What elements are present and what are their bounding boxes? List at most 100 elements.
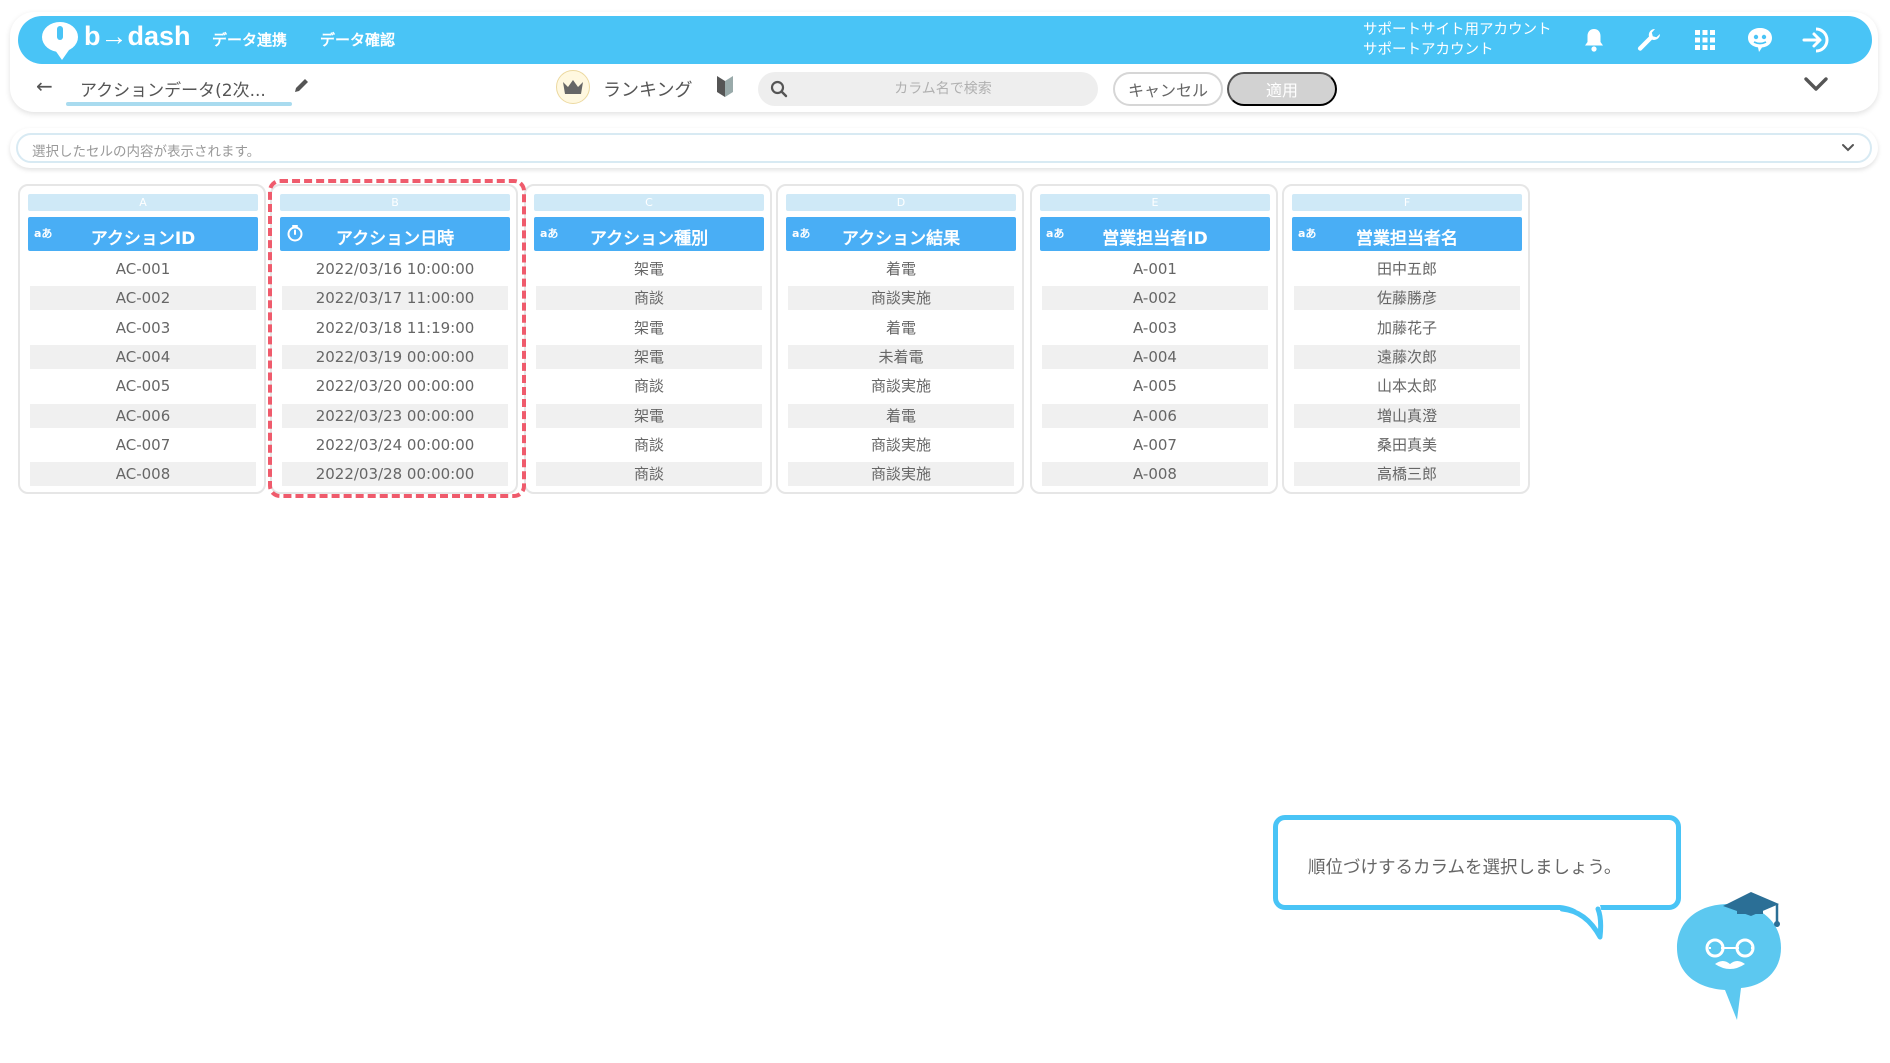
expand-chevron-icon[interactable] <box>1840 140 1856 159</box>
table-cell[interactable]: 着電 <box>788 316 1014 340</box>
table-cell[interactable]: 山本太郎 <box>1294 374 1520 398</box>
table-cell[interactable]: 商談実施 <box>788 374 1014 398</box>
column-header[interactable]: aあ アクション種別 <box>534 217 764 251</box>
column-letter: C <box>534 194 764 211</box>
table-cell[interactable]: 架電 <box>536 316 762 340</box>
table-cell[interactable]: A-003 <box>1042 316 1268 340</box>
table-cell[interactable]: 佐藤勝彦 <box>1294 286 1520 311</box>
table-cell[interactable]: A-001 <box>1042 257 1268 281</box>
table-cell[interactable]: AC-003 <box>30 316 256 340</box>
table-cell[interactable]: 加藤花子 <box>1294 316 1520 340</box>
pencil-icon[interactable] <box>293 76 311 98</box>
brand-logo[interactable]: b→dash <box>42 21 191 60</box>
column-card[interactable]: Caあ アクション種別 架電 商談 架電 架電 商談 架電 商談 商談 <box>524 184 772 494</box>
back-arrow-icon[interactable]: ← <box>36 74 53 98</box>
table-cell[interactable]: 2022/03/17 11:00:00 <box>282 286 508 311</box>
table-cell[interactable]: A-008 <box>1042 462 1268 487</box>
table-cell[interactable]: A-002 <box>1042 286 1268 311</box>
table-cell[interactable]: 2022/03/19 00:00:00 <box>282 344 508 369</box>
brand-name: b→dash <box>84 21 191 51</box>
table-cell[interactable]: AC-008 <box>30 462 256 487</box>
table-cell[interactable]: 2022/03/18 11:19:00 <box>282 316 508 340</box>
table-cell[interactable]: 未着電 <box>788 344 1014 369</box>
top-bar: b→dash データ連携 データ確認 サポートサイト用アカウント サポートアカウ… <box>10 12 1878 112</box>
app-root: b→dash データ連携 データ確認 サポートサイト用アカウント サポートアカウ… <box>0 0 1890 1063</box>
table-cell[interactable]: A-007 <box>1042 433 1268 457</box>
column-letter: A <box>28 194 258 211</box>
table-cell[interactable]: 2022/03/24 00:00:00 <box>282 433 508 457</box>
table-cell[interactable]: AC-001 <box>30 257 256 281</box>
table-cell[interactable]: 2022/03/23 00:00:00 <box>282 403 508 428</box>
table-cell[interactable]: AC-006 <box>30 403 256 428</box>
crown-icon <box>556 70 590 104</box>
navbar: b→dash データ連携 データ確認 サポートサイト用アカウント サポートアカウ… <box>18 16 1872 64</box>
apply-button[interactable]: 適用 <box>1227 72 1337 106</box>
table-cell[interactable]: AC-007 <box>30 433 256 457</box>
document-title[interactable]: アクションデータ(2次... <box>80 76 266 101</box>
table-cell[interactable]: 田中五郎 <box>1294 257 1520 281</box>
table-cell[interactable]: 商談 <box>536 286 762 311</box>
mascot-icon <box>1677 892 1781 1020</box>
column-name: アクション日時 <box>335 229 455 249</box>
logout-icon[interactable] <box>1800 24 1832 56</box>
table-cell[interactable]: A-006 <box>1042 403 1268 428</box>
table-cell[interactable]: 着電 <box>788 403 1014 428</box>
table-cell[interactable]: AC-005 <box>30 374 256 398</box>
table-cell[interactable]: 商談 <box>536 433 762 457</box>
table-cell[interactable]: 高橋三郎 <box>1294 462 1520 487</box>
wrench-icon[interactable] <box>1633 24 1665 56</box>
search-input[interactable] <box>798 72 1088 106</box>
table-cell[interactable]: AC-002 <box>30 286 256 311</box>
cell-content-placeholder: 選択したセルの内容が表示されます。 <box>32 144 261 160</box>
table-cell[interactable]: 増山真澄 <box>1294 403 1520 428</box>
bell-icon[interactable] <box>1578 24 1610 56</box>
column-name: アクション結果 <box>841 229 961 249</box>
column-letter: E <box>1040 194 1270 211</box>
table-cell[interactable]: A-004 <box>1042 344 1268 369</box>
nav-data-check[interactable]: データ確認 <box>320 29 395 50</box>
column-header[interactable]: aあ 営業担当者名 <box>1292 217 1522 251</box>
column-search <box>758 72 1098 106</box>
table-cell[interactable]: AC-004 <box>30 344 256 369</box>
table-cell[interactable]: 架電 <box>536 403 762 428</box>
column-header[interactable]: aあ アクション結果 <box>786 217 1016 251</box>
column-card[interactable]: Eaあ 営業担当者ID A-001 A-002 A-003 A-004 A-005 A-006… <box>1030 184 1278 494</box>
table-cell[interactable]: 商談実施 <box>788 433 1014 457</box>
column-header[interactable]: アクション日時 <box>280 217 510 251</box>
table-cell[interactable]: 遠藤次郎 <box>1294 344 1520 369</box>
cancel-button[interactable]: キャンセル <box>1113 72 1223 106</box>
table-cell[interactable]: 着電 <box>788 257 1014 281</box>
table-cell[interactable]: 架電 <box>536 257 762 281</box>
column-card[interactable]: Daあ アクション結果 着電 商談実施 着電 未着電 商談実施 着電 商談実施 商談実施 <box>776 184 1024 494</box>
table-cell[interactable]: 2022/03/20 00:00:00 <box>282 374 508 398</box>
column-header[interactable]: aあ 営業担当者ID <box>1040 217 1270 251</box>
column-card[interactable]: Faあ 営業担当者名田中五郎佐藤勝彦加藤花子遠藤次郎山本太郎増山真澄桑田真美高橋三… <box>1282 184 1530 494</box>
column-header[interactable]: aあ アクションID <box>28 217 258 251</box>
table-cell[interactable]: 2022/03/28 00:00:00 <box>282 462 508 487</box>
account-info[interactable]: サポートサイト用アカウント サポートアカウント <box>1363 20 1552 60</box>
mascot-icon[interactable] <box>1744 24 1776 56</box>
hint-bubble-tail <box>1560 905 1604 940</box>
table-cell[interactable]: 商談 <box>536 462 762 487</box>
column-card[interactable]: B アクション日時 2022/03/16 10:00:00 2022/03/17 11… <box>270 184 518 494</box>
account-name-line1: サポートサイト用アカウント <box>1363 22 1552 38</box>
table-cell[interactable]: 架電 <box>536 344 762 369</box>
column-card[interactable]: Aaあ アクションID AC-001 AC-002 AC-003 AC-004 AC-005… <box>18 184 266 494</box>
column-name: アクションID <box>90 229 196 249</box>
table-cell[interactable]: 桑田真美 <box>1294 433 1520 457</box>
column-name: 営業担当者ID <box>1102 229 1208 249</box>
table-cell[interactable]: 商談 <box>536 374 762 398</box>
cell-content-field[interactable]: 選択したセルの内容が表示されます。 <box>16 133 1872 163</box>
table-cell[interactable]: 2022/03/16 10:00:00 <box>282 257 508 281</box>
table-cell[interactable]: A-005 <box>1042 374 1268 398</box>
beginner-mark-icon[interactable] <box>716 74 734 102</box>
title-underline <box>66 102 292 106</box>
nav-data-integration[interactable]: データ連携 <box>212 29 287 50</box>
column-name: アクション種別 <box>589 229 709 249</box>
grid-icon[interactable] <box>1689 24 1721 56</box>
toolbar: ← アクションデータ(2次... ランキング キャンセル 適用 <box>10 68 1878 108</box>
column-letter: F <box>1292 194 1522 211</box>
table-cell[interactable]: 商談実施 <box>788 462 1014 487</box>
table-cell[interactable]: 商談実施 <box>788 286 1014 311</box>
chevron-down-icon[interactable] <box>1802 74 1830 98</box>
